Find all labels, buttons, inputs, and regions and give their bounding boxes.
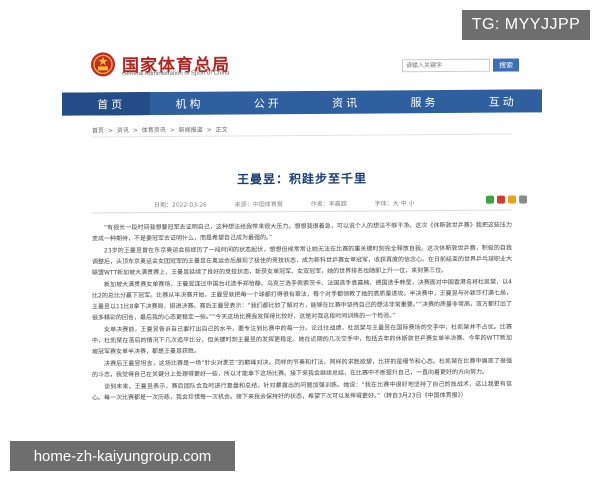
article-paragraph: 23岁的王曼昱曾在东京奥运会前经历了一段时间的状态起伏，想想但候常常让她无法在比… xyxy=(92,244,513,277)
nav-item-news[interactable]: 资讯 xyxy=(307,90,385,114)
article-paragraph: 新加坡大满贯赛女单赛场，王曼昱连过中国台北选手郑怡静、乌克兰选手佩索茨卡、法国选… xyxy=(92,278,512,322)
web-page: 国家体育总局 General Administration of Sport o… xyxy=(62,30,542,474)
breadcrumb-separator: > xyxy=(132,127,138,135)
national-emblem-icon xyxy=(91,52,115,77)
article-meta: 日期：2022-03-26 来源：中国体育报 作者：李晨超 字体：大 中 小 xyxy=(154,198,441,209)
article-paragraph: 谈到未来，王曼昱表示，赛后团队会及时进行复盘和总结，针对暴露出的问题加强训练。她… xyxy=(92,380,512,402)
breadcrumb-separator: > xyxy=(107,127,113,135)
breadcrumb-separator: > xyxy=(206,126,212,134)
meta-divider xyxy=(92,209,512,214)
article-title: 王曼昱：积跬步至千里 xyxy=(236,171,367,187)
nav-item-public[interactable]: 公开 xyxy=(229,91,307,115)
breadcrumb-separator: > xyxy=(169,126,175,134)
print-icon[interactable] xyxy=(519,195,527,204)
search-input[interactable] xyxy=(402,58,490,73)
nav-item-home[interactable]: 首页 xyxy=(62,92,151,116)
breadcrumb: 首页 > 资讯 > 体育资讯 > 新闻报道 > 正文 xyxy=(92,125,230,135)
article-date: 日期：2022-03-26 xyxy=(154,201,207,210)
share-buttons xyxy=(486,195,527,204)
breadcrumb-current: 正文 xyxy=(215,126,228,134)
article-body: “有很长一段时间我想要冠军去证明自己，这种想法给我带来很大压力。想想我很着急，可… xyxy=(92,220,512,405)
qzone-share-icon[interactable] xyxy=(508,195,516,204)
wechat-share-icon[interactable] xyxy=(486,195,494,204)
article-author: 作者：李晨超 xyxy=(310,200,347,208)
nav-item-interaction[interactable]: 互动 xyxy=(464,89,542,113)
site-subtitle: General Administration of Sport of China xyxy=(122,70,230,78)
main-nav: 首页 机构 公开 资讯 服务 互动 xyxy=(62,89,542,116)
weibo-share-icon[interactable] xyxy=(497,195,505,204)
breadcrumb-sports-news[interactable]: 体育资讯 xyxy=(142,127,166,134)
breadcrumb-news[interactable]: 资讯 xyxy=(117,127,129,134)
nav-item-organization[interactable]: 机构 xyxy=(150,92,228,116)
search-button[interactable]: 搜索 xyxy=(493,58,519,72)
watermark-top: TG: MYYJJPP xyxy=(462,10,590,40)
article-source: 来源：中国体育报 xyxy=(234,201,283,209)
breadcrumb-home[interactable]: 首页 xyxy=(92,127,104,134)
font-size-control[interactable]: 字体：大 中 小 xyxy=(375,200,415,207)
breadcrumb-divider xyxy=(92,133,512,138)
watermark-bottom: home-zh-kaiyungroup.com xyxy=(10,441,235,471)
article-paragraph: 决赛后王曼昱坦言，这场比赛是一场“针尖对麦芒”的巅峰对决。同样的节奏和打法，同样… xyxy=(92,357,512,379)
article-paragraph: 女单决赛前，王曼昱告诉自己要打出自己的水平，要专注到比赛中的每一分。论过往战绩，… xyxy=(92,323,512,356)
nav-item-services[interactable]: 服务 xyxy=(385,90,463,114)
article-paragraph: “有很长一段时间我想要冠军去证明自己，这种想法给我带来很大压力。想想我很着急，可… xyxy=(92,221,512,243)
breadcrumb-reports[interactable]: 新闻报道 xyxy=(179,127,203,134)
